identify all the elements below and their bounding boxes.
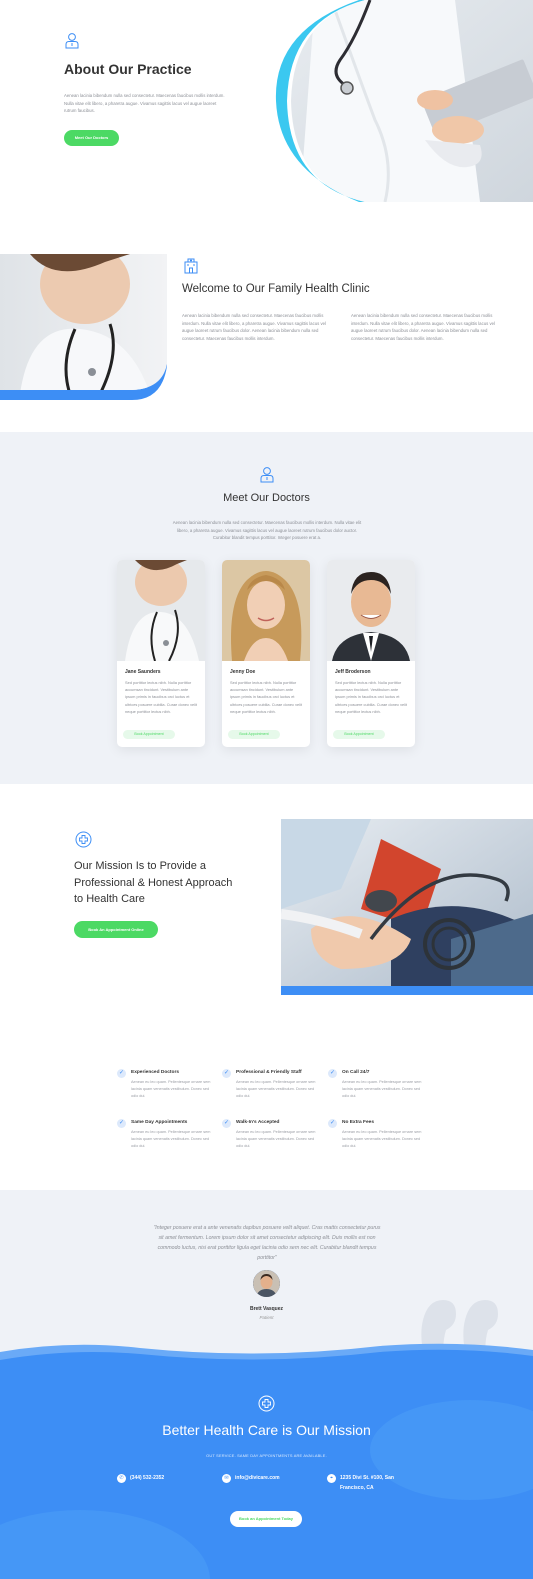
check-icon: ✓: [222, 1119, 231, 1128]
wave-background: [0, 1343, 533, 1579]
avatar: [253, 1270, 280, 1297]
about-text: Aenean lacinia bibendum nulla sed consec…: [64, 93, 225, 113]
doctor-card: Jeff Broderson Sed porttitor lectus nibh…: [327, 560, 415, 747]
doctor-photo: [222, 560, 310, 661]
doctor-icon: [64, 32, 80, 49]
feature-title: Same Day Appointments: [131, 1120, 188, 1125]
email-icon: ✉: [222, 1474, 231, 1483]
hospital-icon: [183, 257, 199, 274]
check-icon: ✓: [117, 1069, 126, 1078]
doctor-icon: [259, 466, 275, 483]
doctor-name: Jenny Doe: [230, 669, 256, 675]
doctor-bio: Sed porttitor lectus nibh. Nulla porttit…: [230, 680, 303, 714]
cta-title: Better Health Care is Our Mission: [162, 1422, 371, 1438]
mission-title: Our Mission Is to Provide a Professional…: [74, 860, 233, 905]
book-today-button[interactable]: Book an Appointment Today: [230, 1511, 302, 1527]
testimonial-name: Brett Vasquez: [249, 1306, 284, 1312]
mission-section: Our Mission Is to Provide a Professional…: [0, 784, 533, 1039]
features-section: ✓ Experienced Doctors Aenean eu leo quam…: [0, 1039, 533, 1190]
book-appointment-button[interactable]: Book Appointment: [228, 730, 280, 739]
cta-section: Better Health Care is Our Mission OUT SE…: [0, 1340, 533, 1579]
location-icon: ⌖: [327, 1474, 336, 1483]
feature-title: Experienced Doctors: [131, 1070, 179, 1075]
doctor-photo: [327, 560, 415, 661]
doctors-intro: Aenean lacinia bibendum nulla sed consec…: [172, 520, 362, 540]
blood-pressure-photo: [281, 819, 533, 995]
doctor-name: Jane Saunders: [125, 669, 161, 675]
doctor-bio: Sed porttitor lectus nibh. Nulla porttit…: [335, 680, 408, 714]
feature-title: Professional & Friendly Staff: [236, 1070, 302, 1075]
check-icon: ✓: [328, 1069, 337, 1078]
welcome-section: Welcome to Our Family Health Clinic Aene…: [0, 228, 533, 432]
feature-text: Aenean eu leo quam. Pellentesque ornare …: [131, 1080, 211, 1098]
address-text: 1235 Divi St. #100, San Francisco, CA: [340, 1475, 394, 1491]
check-icon: ✓: [117, 1119, 126, 1128]
book-online-button[interactable]: Book An Appointment Online: [74, 921, 158, 938]
check-icon: ✓: [328, 1119, 337, 1128]
phone-icon: ✆: [117, 1474, 126, 1483]
feature-text: Aenean eu leo quam. Pellentesque ornare …: [236, 1080, 316, 1098]
testimonial-role: Patient: [259, 1315, 274, 1320]
doctor-card: Jane Saunders Sed porttitor lectus nibh.…: [117, 560, 205, 747]
meet-doctors-button[interactable]: Meet Our Doctors: [64, 130, 119, 146]
medical-cross-icon: [258, 1395, 275, 1412]
feature-text: Aenean eu leo quam. Pellentesque ornare …: [131, 1130, 211, 1148]
medical-cross-icon: [75, 831, 92, 848]
cta-subtitle: OUT SERVICE. SAME DAY APPOINTMENTS ARE A…: [206, 1453, 327, 1458]
email-text[interactable]: info@divicare.com: [235, 1474, 280, 1483]
testimonial-section: "Integer posuere erat a ante venenatis d…: [0, 1190, 533, 1360]
doctor-writing-photo: [275, 0, 533, 202]
doctor-card: Jenny Doe Sed porttitor lectus nibh. Nul…: [222, 560, 310, 747]
about-section: About Our Practice Aenean lacinia bibend…: [0, 0, 533, 228]
nurse-stethoscope-photo: [0, 254, 167, 400]
book-appointment-button[interactable]: Book Appointment: [123, 730, 175, 739]
check-icon: ✓: [222, 1069, 231, 1078]
welcome-title: Welcome to Our Family Health Clinic: [182, 283, 370, 295]
testimonial-quote: "Integer posuere erat a ante venenatis d…: [153, 1225, 381, 1261]
welcome-col1: Aenean lacinia bibendum nulla sed consec…: [182, 313, 326, 341]
feature-title: On Call 24/7: [342, 1070, 370, 1075]
welcome-col2: Aenean lacinia bibendum nulla sed consec…: [351, 313, 495, 341]
book-appointment-button[interactable]: Book Appointment: [333, 730, 385, 739]
about-title: About Our Practice: [64, 61, 192, 77]
doctor-name: Jeff Broderson: [335, 669, 371, 675]
doctors-title: Meet Our Doctors: [223, 492, 310, 504]
phone-text[interactable]: (344) 532-2352: [130, 1474, 164, 1483]
feature-text: Aenean eu leo quam. Pellentesque ornare …: [342, 1080, 422, 1098]
doctors-section: Meet Our Doctors Aenean lacinia bibendum…: [0, 432, 533, 784]
feature-text: Aenean eu leo quam. Pellentesque ornare …: [342, 1130, 422, 1148]
feature-text: Aenean eu leo quam. Pellentesque ornare …: [236, 1130, 316, 1148]
doctor-photo: [117, 560, 205, 661]
feature-title: Walk-In's Accepted: [236, 1120, 280, 1125]
doctor-bio: Sed porttitor lectus nibh. Nulla porttit…: [125, 680, 198, 714]
feature-title: No Extra Fees: [342, 1120, 374, 1125]
